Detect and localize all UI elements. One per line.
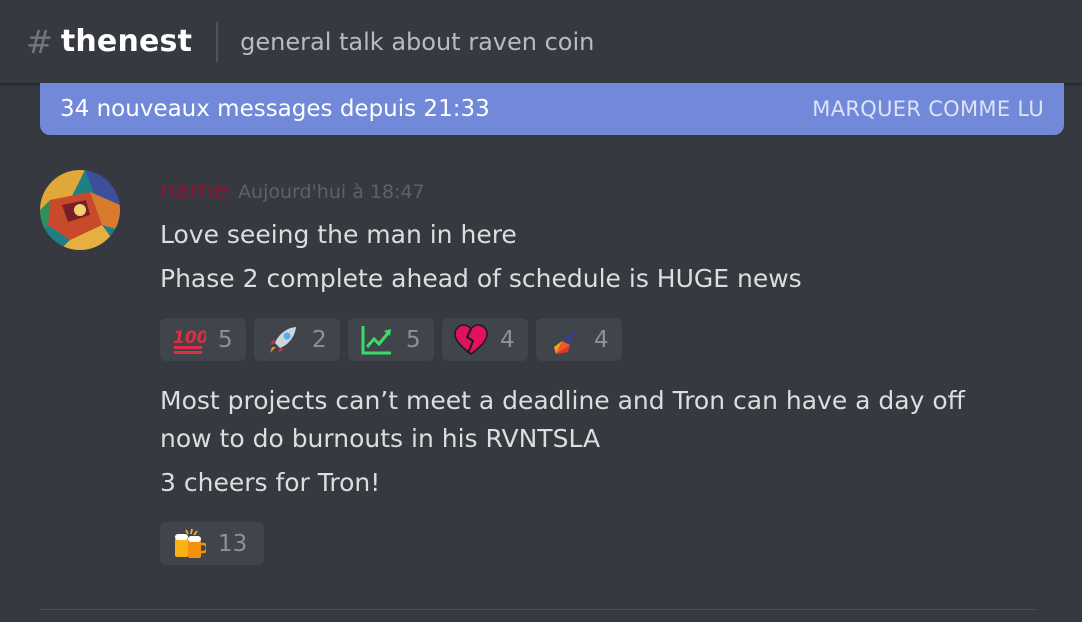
author-name[interactable]: name	[160, 176, 228, 204]
message-line: Most projects can’t meet a deadline and …	[160, 386, 965, 415]
channel-topic[interactable]: general talk about raven coin	[240, 28, 594, 56]
reaction-button[interactable]: 4	[442, 318, 528, 361]
header-divider	[216, 21, 219, 62]
svg-text:100: 100	[173, 328, 206, 348]
reaction-button[interactable]: 4	[536, 318, 622, 361]
reaction-count: 13	[218, 530, 248, 557]
reaction-button[interactable]: 100 5	[160, 318, 246, 361]
reaction-count: 4	[594, 326, 609, 353]
reaction-count: 2	[312, 326, 327, 353]
new-messages-text[interactable]: 34 nouveaux messages depuis 21:33	[60, 96, 490, 122]
message-header: name Aujourd'hui à 18:47	[160, 176, 425, 204]
chart-increasing-icon	[360, 323, 394, 357]
reaction-count: 5	[218, 326, 233, 353]
reaction-button[interactable]: 13	[160, 522, 264, 565]
message-line: Phase 2 complete ahead of schedule is HU…	[160, 264, 802, 293]
message-divider	[40, 609, 1036, 610]
message-line: 3 cheers for Tron!	[160, 468, 381, 497]
message-line: now to do burnouts in his RVNTSLA	[160, 424, 601, 453]
reaction-button[interactable]: 2	[254, 318, 340, 361]
raven-logo-icon	[548, 323, 582, 357]
hashtag-icon: #	[26, 22, 53, 61]
message-timestamp: Aujourd'hui à 18:47	[238, 181, 425, 203]
reaction-bar: 100 5 2 5 4 4	[160, 318, 622, 361]
reaction-count: 4	[500, 326, 515, 353]
reaction-bar: 13	[160, 522, 264, 565]
new-messages-banner[interactable]: 34 nouveaux messages depuis 21:33 MARQUE…	[40, 83, 1064, 135]
hundred-points-icon: 100	[172, 323, 206, 357]
clinking-beer-mugs-icon	[172, 527, 206, 561]
reaction-button[interactable]: 5	[348, 318, 434, 361]
mark-as-read-button[interactable]: MARQUER COMME LU	[812, 97, 1044, 121]
channel-header: # thenest general talk about raven coin	[0, 0, 1082, 83]
avatar[interactable]	[40, 170, 120, 250]
broken-heart-icon	[454, 323, 488, 357]
channel-name: thenest	[60, 24, 193, 59]
rocket-icon	[266, 323, 300, 357]
message-line: Love seeing the man in here	[160, 220, 517, 249]
reaction-count: 5	[406, 326, 421, 353]
